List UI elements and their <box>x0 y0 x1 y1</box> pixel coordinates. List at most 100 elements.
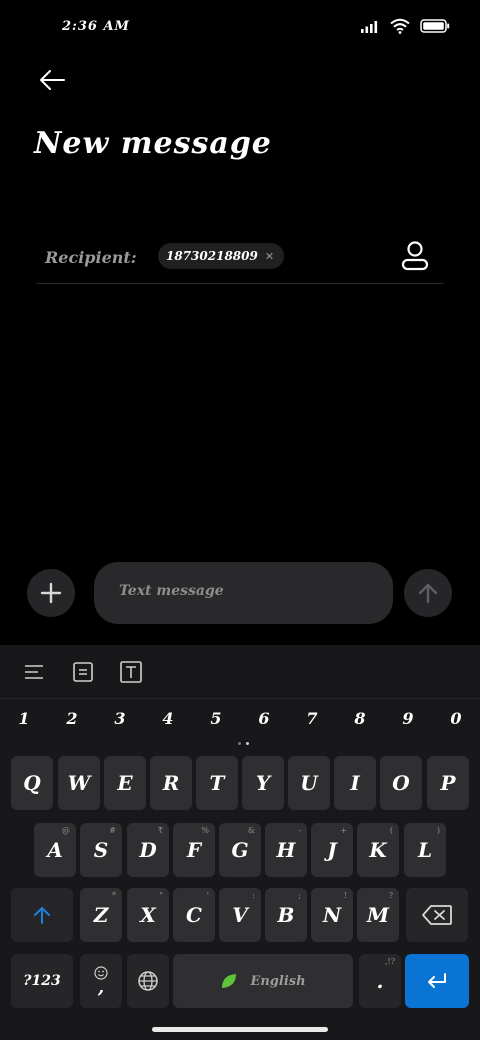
key-e[interactable]: E <box>104 756 146 810</box>
key-label: O <box>392 771 410 795</box>
key-7[interactable]: 7 <box>297 709 327 728</box>
key-j[interactable]: + J <box>311 823 353 877</box>
key-hint: ) <box>436 826 440 835</box>
key-b[interactable]: ; B <box>265 888 307 942</box>
key-hint: @ <box>62 826 70 835</box>
key-label: B <box>277 903 295 927</box>
key-0[interactable]: 0 <box>441 709 471 728</box>
key-label: E <box>117 771 133 795</box>
key-label: C <box>186 903 202 927</box>
signal-icon <box>361 21 378 33</box>
key-u[interactable]: U <box>288 756 330 810</box>
key-d[interactable]: ₹ D <box>127 823 169 877</box>
key-z[interactable]: * Z <box>80 888 122 942</box>
key-n[interactable]: ! N <box>311 888 353 942</box>
key-s[interactable]: # S <box>80 823 122 877</box>
text-edit-icon[interactable] <box>119 660 143 684</box>
key-hint: - <box>298 826 301 835</box>
key-c[interactable]: ' C <box>173 888 215 942</box>
clipboard-icon[interactable] <box>71 660 95 684</box>
plus-icon <box>40 582 62 604</box>
key-label: M <box>366 903 390 927</box>
key-3[interactable]: 3 <box>105 709 135 728</box>
key-f[interactable]: % F <box>173 823 215 877</box>
message-placeholder: Text message <box>119 583 224 599</box>
key-r[interactable]: R <box>150 756 192 810</box>
key-label: D <box>139 838 157 862</box>
key-v[interactable]: :V <box>219 888 261 942</box>
leaf-icon <box>222 974 237 988</box>
remove-recipient-icon[interactable]: ✕ <box>265 250 274 263</box>
key-6[interactable]: 6 <box>249 709 279 728</box>
key-p[interactable]: P <box>427 756 469 810</box>
key-label: V <box>232 903 248 927</box>
key-i[interactable]: I <box>334 756 376 810</box>
key-hint: ,!? <box>384 957 395 966</box>
attach-button[interactable] <box>27 569 75 617</box>
key-x[interactable]: " X <box>127 888 169 942</box>
key-hint: + <box>340 826 347 835</box>
key-o[interactable]: O <box>380 756 422 810</box>
key-label: G <box>231 838 249 862</box>
key-1[interactable]: 1 <box>9 709 39 728</box>
menu-icon[interactable] <box>22 660 46 684</box>
space-key[interactable]: English <box>173 954 353 1008</box>
backspace-key[interactable] <box>406 888 468 942</box>
recipient-row[interactable]: Recipient: 18730218809 ✕ <box>36 236 444 284</box>
enter-icon <box>428 973 446 988</box>
key-hint: * <box>112 891 116 900</box>
contact-picker-icon[interactable] <box>400 240 430 272</box>
key-t[interactable]: T <box>196 756 238 810</box>
shift-arrow-icon <box>34 907 50 924</box>
key-label: L <box>417 838 433 862</box>
key-l[interactable]: ) L <box>404 823 446 877</box>
key-h[interactable]: -H <box>265 823 307 877</box>
language-key[interactable] <box>127 954 169 1008</box>
compose-bar: Text message <box>0 562 480 624</box>
back-button[interactable] <box>34 62 70 98</box>
recipient-chip-number: 18730218809 <box>166 249 258 263</box>
page-title: New message <box>34 126 272 161</box>
key-a[interactable]: @ A <box>34 823 76 877</box>
key-label: J <box>327 838 337 862</box>
key-q[interactable]: Q <box>11 756 53 810</box>
key-g[interactable]: & G <box>219 823 261 877</box>
key-label: U <box>300 771 318 795</box>
key-hint: # <box>109 826 116 835</box>
key-hint: ' <box>206 891 209 900</box>
key-y[interactable]: Y <box>242 756 284 810</box>
recipient-chip[interactable]: 18730218809 ✕ <box>158 243 285 269</box>
key-hint: ; <box>298 891 301 900</box>
key-m[interactable]: ? M <box>357 888 399 942</box>
enter-key[interactable] <box>405 954 469 1008</box>
key-9[interactable]: 9 <box>393 709 423 728</box>
key-k[interactable]: (K <box>357 823 399 877</box>
shift-key[interactable] <box>11 888 73 942</box>
symbols-key[interactable]: ?123 <box>11 954 73 1008</box>
send-button[interactable] <box>404 569 452 617</box>
key-label: Q <box>23 771 41 795</box>
key-hint: ? <box>388 891 393 900</box>
key-4[interactable]: 4 <box>153 709 183 728</box>
key-label: ?123 <box>23 973 61 989</box>
status-time: 2:36 AM <box>62 19 130 34</box>
key-label: T <box>209 771 225 795</box>
message-input[interactable]: Text message <box>94 562 393 624</box>
recipient-label: Recipient: <box>45 248 137 267</box>
emoji-comma-key[interactable]: , <box>80 954 122 1008</box>
key-2[interactable]: 2 <box>57 709 87 728</box>
period-key[interactable]: ,!?. <box>359 954 401 1008</box>
key-5[interactable]: 5 <box>201 709 231 728</box>
key-label: R <box>162 771 180 795</box>
key-8[interactable]: 8 <box>345 709 375 728</box>
battery-icon <box>420 19 450 33</box>
home-indicator[interactable] <box>152 1027 328 1032</box>
key-hint: " <box>159 891 163 900</box>
key-label: Y <box>255 771 271 795</box>
key-label: I <box>350 771 360 795</box>
send-arrow-icon <box>418 583 438 604</box>
globe-icon <box>138 971 158 991</box>
key-w[interactable]: W <box>58 756 100 810</box>
key-label: P <box>440 771 456 795</box>
keyboard-toolbar <box>0 645 480 699</box>
